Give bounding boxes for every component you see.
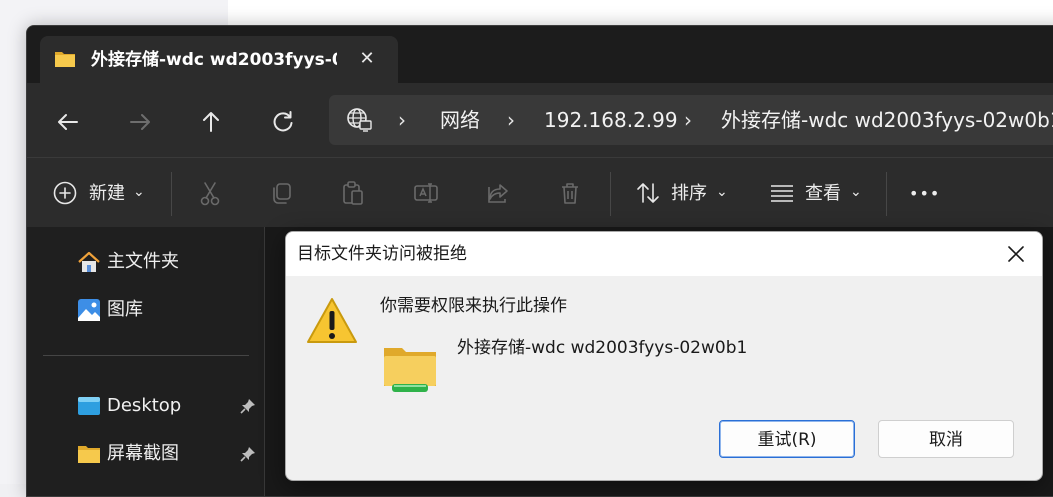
nav-divider <box>43 355 249 356</box>
breadcrumb-host[interactable]: 192.168.2.99 <box>544 107 678 133</box>
chevron-down-icon[interactable]: ⌄ <box>716 178 728 206</box>
toolbar-divider <box>171 172 172 216</box>
paste-icon[interactable] <box>338 178 368 208</box>
forward-arrow-icon[interactable] <box>125 107 155 137</box>
network-drive-folder-icon <box>384 348 436 392</box>
tab-title: 外接存储-wdc wd2003fyys-02w0b1 <box>91 50 337 70</box>
back-arrow-icon[interactable] <box>53 107 83 137</box>
chevron-down-icon[interactable]: ⌄ <box>850 178 862 206</box>
cut-icon[interactable] <box>195 178 225 208</box>
nav-item-label: 图库 <box>107 299 143 320</box>
dialog-title: 目标文件夹访问被拒绝 <box>297 244 467 264</box>
sort-button[interactable]: 排序 <box>671 180 707 208</box>
access-denied-dialog: 目标文件夹访问被拒绝 你需要权限来执行此操作 外接存储-wdc wd2003fy… <box>285 231 1043 481</box>
chevron-down-icon[interactable]: ⌄ <box>133 178 145 206</box>
toolbar-divider <box>610 172 611 216</box>
rename-icon[interactable] <box>411 178 441 208</box>
view-button[interactable]: 查看 <box>805 180 841 208</box>
tab-strip: 外接存储-wdc wd2003fyys-02w0b1 ✕ <box>27 26 1053 83</box>
retry-button[interactable]: 重试(R) <box>719 420 855 458</box>
new-tab-icon[interactable] <box>421 48 447 74</box>
close-tab-icon[interactable]: ✕ <box>356 48 378 70</box>
view-lines-icon[interactable] <box>767 178 797 208</box>
close-icon[interactable] <box>998 240 1034 268</box>
pin-icon[interactable] <box>239 445 257 463</box>
folder-icon <box>78 446 100 463</box>
navigation-bar: › 网络 › 192.168.2.99 › 外接存储-wdc wd2003fyy… <box>27 83 1053 157</box>
share-icon[interactable] <box>483 178 513 208</box>
new-button[interactable]: 新建 <box>89 180 125 208</box>
breadcrumb-separator[interactable]: › <box>398 107 406 133</box>
more-options-icon[interactable]: ••• <box>909 180 940 208</box>
network-globe-icon <box>347 108 372 132</box>
nav-item-label: 屏幕截图 <box>107 443 179 464</box>
dialog-item-name: 外接存储-wdc wd2003fyys-02w0b1 <box>457 338 748 358</box>
desktop-icon <box>78 397 100 415</box>
dialog-titlebar: 目标文件夹访问被拒绝 <box>286 232 1042 276</box>
breadcrumb-separator[interactable]: › <box>507 107 515 133</box>
command-bar: 新建 ⌄ 排序 ⌄ 查看 ⌄ ••• <box>27 157 1053 228</box>
sort-arrows-icon[interactable] <box>633 178 663 208</box>
toolbar-divider <box>886 172 887 216</box>
cancel-button[interactable]: 取消 <box>878 420 1014 458</box>
breadcrumb-network[interactable]: 网络 <box>440 107 480 133</box>
pin-icon[interactable] <box>239 397 257 415</box>
nav-item-label: 主文件夹 <box>107 251 179 272</box>
breadcrumb-separator[interactable]: › <box>684 107 692 133</box>
up-arrow-icon[interactable] <box>196 107 226 137</box>
tab-network-drive[interactable]: 外接存储-wdc wd2003fyys-02w0b1 ✕ <box>40 36 398 83</box>
new-plus-icon[interactable] <box>50 178 80 208</box>
home-icon <box>78 251 100 272</box>
copy-icon[interactable] <box>267 178 297 208</box>
gallery-icon <box>78 299 100 321</box>
warning-icon <box>307 298 357 343</box>
nav-item-label: Desktop <box>107 395 182 416</box>
breadcrumb-share[interactable]: 外接存储-wdc wd2003fyys-02w0b1 <box>721 107 1053 133</box>
delete-trash-icon[interactable] <box>555 178 585 208</box>
dialog-message: 你需要权限来执行此操作 <box>380 296 567 316</box>
navigation-pane: 主文件夹 图库 Desktop 屏幕截图 <box>27 227 264 496</box>
folder-icon <box>55 52 75 67</box>
refresh-icon[interactable] <box>268 107 298 137</box>
address-bar[interactable]: › 网络 › 192.168.2.99 › 外接存储-wdc wd2003fyy… <box>329 95 1053 145</box>
